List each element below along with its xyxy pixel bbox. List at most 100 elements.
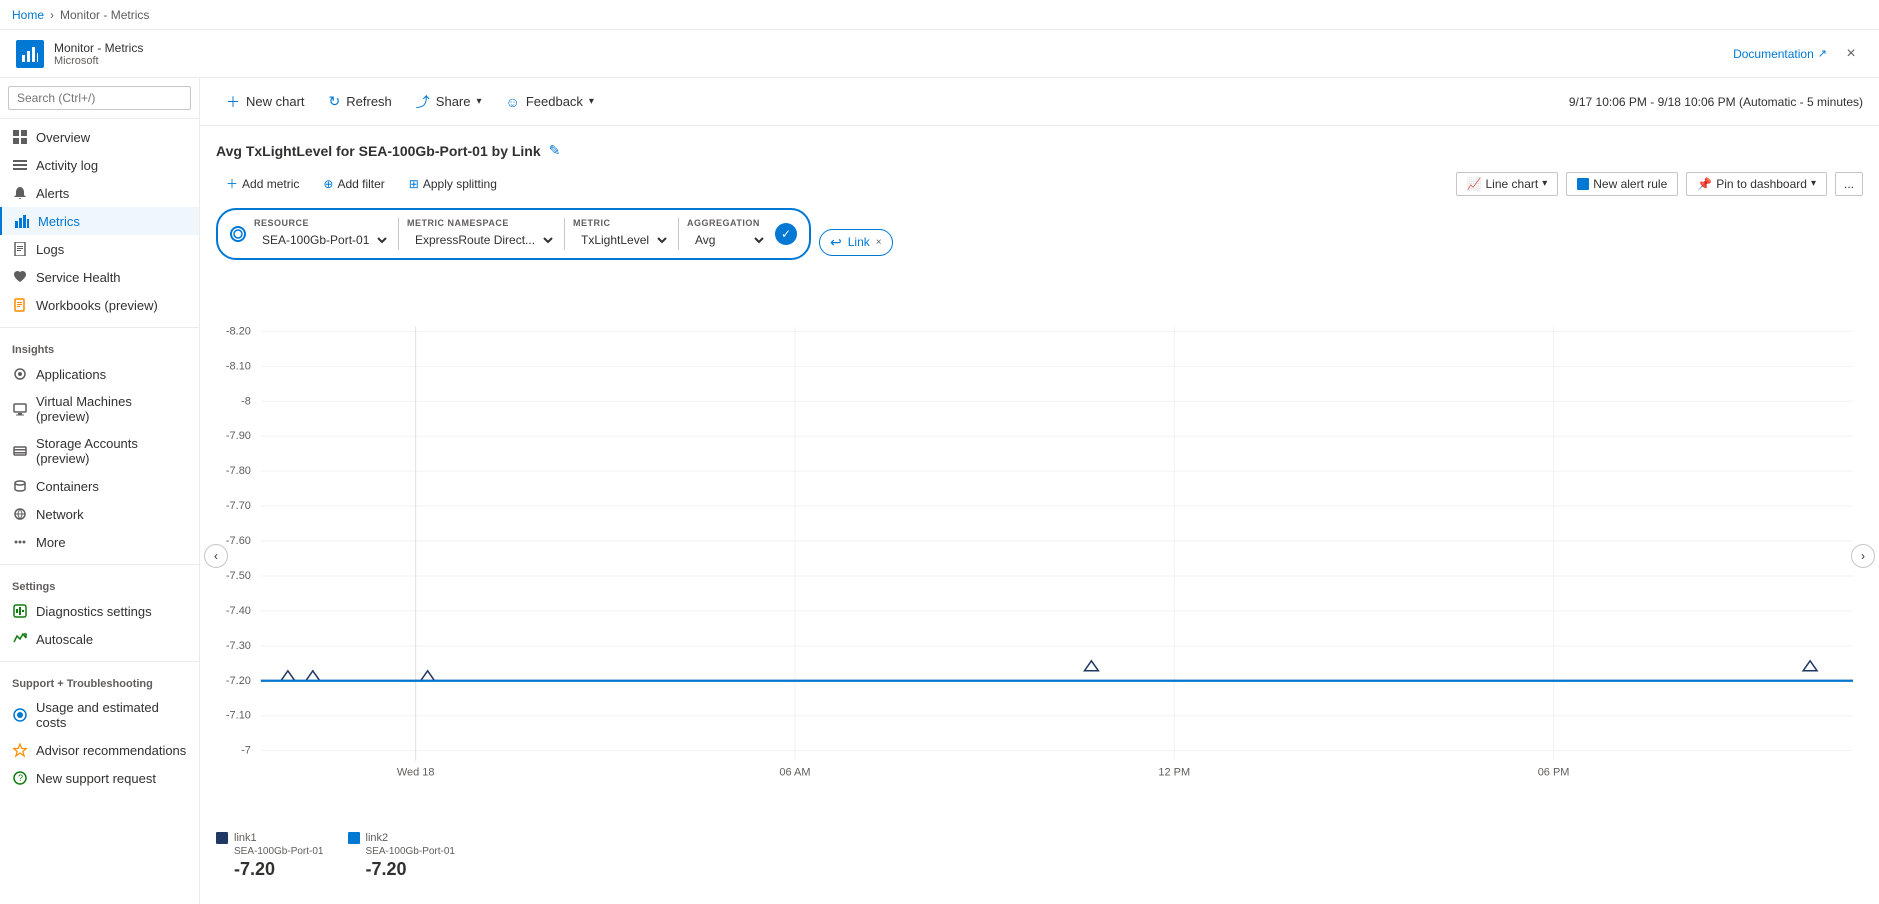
edit-icon[interactable]: ✎ [549,142,561,159]
app-icon [16,40,44,68]
add-filter-button[interactable]: ⊕ Add filter [313,173,394,195]
sidebar-item-logs[interactable]: Logs [0,235,199,263]
svg-text:-8.20: -8.20 [226,325,251,337]
chart-title: Avg TxLightLevel for SEA-100Gb-Port-01 b… [216,143,541,159]
svg-text:?: ? [18,773,23,783]
legend-name-link2: link2 [366,832,389,844]
more-icon [12,534,28,550]
diag-icon [12,603,28,619]
share-button[interactable]: ⤴ Share ▾ [406,86,492,118]
support-header: Support + Troubleshooting [0,670,199,694]
sidebar-label-alerts: Alerts [36,186,69,201]
sidebar-item-workbooks[interactable]: Workbooks (preview) [0,291,199,319]
sidebar-item-metrics[interactable]: Metrics [0,207,199,235]
line-chart-button[interactable]: 📈 Line chart ▾ [1456,172,1559,196]
app-title: Monitor - Metrics [54,41,143,55]
svg-text:-7.80: -7.80 [226,465,251,477]
namespace-select[interactable]: ExpressRoute Direct... [407,230,556,250]
sidebar-label-overview: Overview [36,130,90,145]
sidebar-item-diagnostics[interactable]: Diagnostics settings [0,597,199,625]
apply-splitting-label: Apply splitting [423,177,497,191]
filter-tag-link[interactable]: ↩ Link × [819,229,893,256]
svg-text:-7.60: -7.60 [226,535,251,547]
new-chart-button[interactable]: ＋ New chart [216,86,315,118]
resource-select[interactable]: SEA-100Gb-Port-01 [254,230,390,250]
more-options-button[interactable]: ... [1835,172,1863,196]
sidebar-label-network: Network [36,507,84,522]
svg-text:-7.10: -7.10 [226,710,251,722]
plus-icon: ＋ [226,92,240,112]
svg-text:06 AM: 06 AM [779,767,810,779]
line-chart-label: Line chart [1486,177,1539,191]
sidebar-item-virtual-machines[interactable]: Virtual Machines (preview) [0,388,199,430]
sidebar: Overview Activity log Alerts Metrics [0,78,200,904]
legend-color-link2 [348,832,360,844]
pin-chevron-icon: ▾ [1811,178,1816,189]
resource-indicator[interactable] [230,226,246,242]
doc-icon [12,241,28,257]
metric-label-text: METRIC [573,218,670,228]
filter-tag-label: Link [848,235,870,249]
chart-container: Avg TxLightLevel for SEA-100Gb-Port-01 b… [200,126,1879,904]
sidebar-label-containers: Containers [36,479,99,494]
legend-value-link2: -7.20 [348,859,456,880]
sidebar-label-service-health: Service Health [36,270,121,285]
svg-text:-7.20: -7.20 [226,675,251,687]
collapse-left-button[interactable]: ‹ [204,544,228,568]
star-icon [12,742,28,758]
sidebar-label-more: More [36,535,66,550]
refresh-button[interactable]: ↻ Refresh [319,87,402,116]
sidebar-item-more[interactable]: More [0,528,199,556]
apply-splitting-button[interactable]: ⊞ Apply splitting [399,173,507,195]
sidebar-label-virtual-machines: Virtual Machines (preview) [36,394,187,424]
sidebar-item-autoscale[interactable]: Autoscale [0,625,199,653]
app-title-block: Monitor - Metrics Microsoft [54,41,143,67]
new-alert-rule-button[interactable]: New alert rule [1566,172,1678,196]
content-area: ＋ New chart ↻ Refresh ⤴ Share ▾ ☺ Feedba… [200,78,1879,904]
filter-arrow-icon: ↩ [830,234,842,251]
sidebar-item-service-health[interactable]: Service Health [0,263,199,291]
expand-right-button[interactable]: › [1851,544,1875,568]
documentation-link[interactable]: Documentation ↗ [1733,47,1827,61]
scale-icon [12,631,28,647]
breadcrumb-home[interactable]: Home [12,8,44,22]
sidebar-item-alerts[interactable]: Alerts [0,179,199,207]
aggregation-select[interactable]: Avg [687,230,767,250]
metric-controls-row: ＋ Add metric ⊕ Add filter ⊞ Apply splitt… [216,171,1863,196]
more-options-icon: ... [1844,177,1854,191]
sidebar-divider-3 [0,661,199,662]
pin-to-dashboard-button[interactable]: 📌 Pin to dashboard ▾ [1686,172,1827,196]
svg-text:-7.30: -7.30 [226,640,251,652]
metric-select[interactable]: TxLightLevel [573,230,670,250]
search-input[interactable] [8,86,191,110]
sidebar-item-usage-costs[interactable]: Usage and estimated costs [0,694,199,736]
feedback-button[interactable]: ☺ Feedback ▾ [496,88,604,116]
metric-confirm-button[interactable]: ✓ [775,223,797,245]
svg-text:Wed 18: Wed 18 [397,767,435,779]
sidebar-item-containers[interactable]: Containers [0,472,199,500]
sidebar-item-support-request[interactable]: ? New support request [0,764,199,792]
legend-sub-link1: SEA-100Gb-Port-01 [216,846,324,857]
sidebar-item-advisor[interactable]: Advisor recommendations [0,736,199,764]
legend-name-link1: link1 [234,832,257,844]
breadcrumb-current: Monitor - Metrics [60,8,149,22]
settings-header: Settings [0,573,199,597]
sidebar-item-network[interactable]: Network [0,500,199,528]
feedback-chevron-icon: ▾ [589,96,594,107]
filter-remove-button[interactable]: × [876,237,882,248]
sidebar-item-storage-accounts[interactable]: Storage Accounts (preview) [0,430,199,472]
sidebar-item-overview[interactable]: Overview [0,123,199,151]
sidebar-item-applications[interactable]: Applications [0,360,199,388]
add-metric-button[interactable]: ＋ Add metric [216,171,309,196]
external-link-icon: ↗ [1818,47,1827,60]
sidebar-label-metrics: Metrics [38,214,80,229]
chart-svg: -8.20 -8.10 -8 -7.90 -7.80 -7.70 -7.60 -… [216,292,1863,820]
bell-icon [12,185,28,201]
close-button[interactable]: × [1839,42,1863,66]
sidebar-label-activity-log: Activity log [36,158,98,173]
sidebar-item-activity-log[interactable]: Activity log [0,151,199,179]
toolbar-time-range[interactable]: 9/17 10:06 PM - 9/18 10:06 PM (Automatic… [1569,95,1863,109]
sidebar-label-applications: Applications [36,367,106,382]
toolbar: ＋ New chart ↻ Refresh ⤴ Share ▾ ☺ Feedba… [200,78,1879,126]
help-icon: ? [12,770,28,786]
